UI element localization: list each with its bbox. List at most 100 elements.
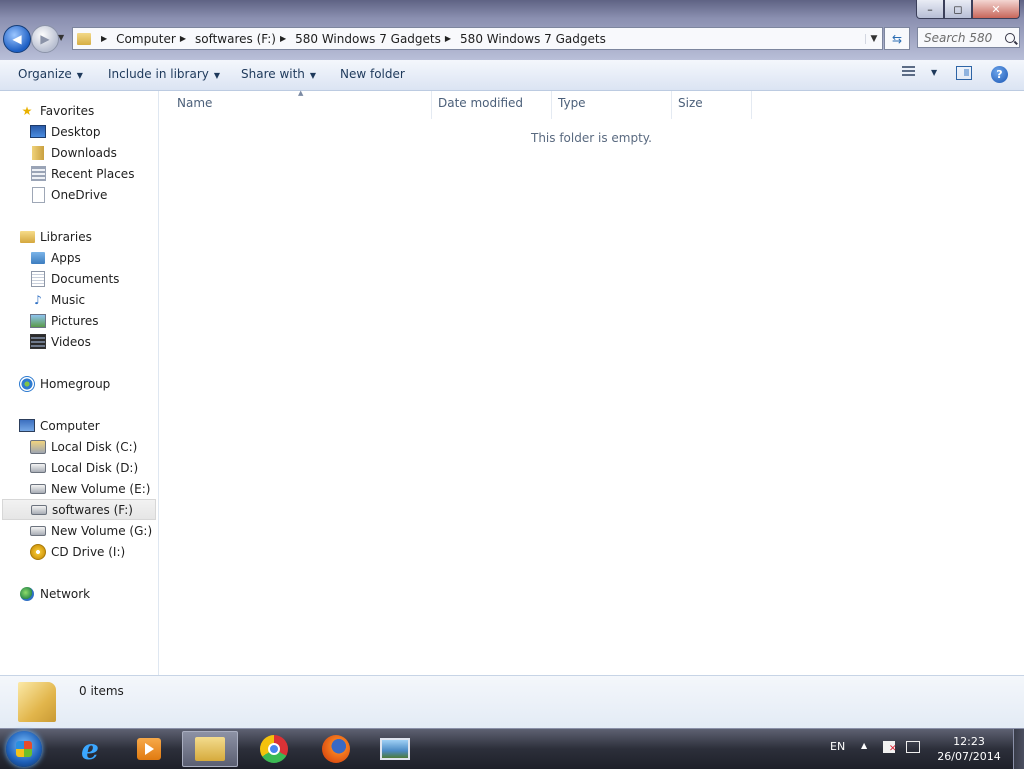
close-button[interactable]: ✕	[972, 0, 1020, 19]
nav-item-local-disk-d[interactable]: Local Disk (D:)	[0, 457, 156, 478]
organize-button[interactable]: Organize ▼	[18, 67, 83, 81]
nav-item-new-volume-g[interactable]: New Volume (G:)	[0, 520, 156, 541]
action-center-icon[interactable]	[883, 741, 897, 754]
maximize-button[interactable]: ◻	[944, 0, 972, 19]
nav-libraries[interactable]: Libraries	[0, 226, 156, 247]
column-divider[interactable]	[431, 91, 432, 119]
breadcrumb-folder[interactable]: 580 Windows 7 Gadgets	[295, 32, 441, 46]
item-count: 0 items	[79, 684, 124, 698]
refresh-icon: ⇆	[891, 31, 903, 46]
nav-item-onedrive[interactable]: OneDrive	[0, 184, 156, 205]
details-pane: 0 items	[0, 675, 1024, 729]
caption-buttons: – ◻ ✕	[916, 0, 1020, 19]
apps-library-icon	[31, 251, 45, 264]
address-history-dropdown[interactable]: ▼	[865, 33, 882, 44]
nav-favorites[interactable]: ★ Favorites	[0, 100, 156, 121]
nav-item-music[interactable]: ♪ Music	[0, 289, 156, 310]
nav-item-desktop[interactable]: Desktop	[0, 121, 156, 142]
nav-homegroup[interactable]: Homegroup	[0, 373, 156, 394]
recent-pages-button[interactable]: ▼	[58, 33, 64, 42]
chevron-right-icon[interactable]: ▶	[445, 34, 451, 43]
network-status-icon[interactable]	[906, 741, 920, 753]
help-button[interactable]: ?	[991, 66, 1008, 83]
nav-item-pictures[interactable]: Pictures	[0, 310, 156, 331]
column-header-size[interactable]: Size	[678, 96, 703, 110]
taskbar-photo-viewer[interactable]	[367, 731, 423, 767]
chevron-down-icon: ▼	[213, 71, 221, 80]
nav-item-videos[interactable]: Videos	[0, 331, 156, 352]
breadcrumb-computer[interactable]: Computer	[116, 32, 176, 46]
include-in-library-button[interactable]: Include in library ▼	[108, 67, 220, 81]
nav-network[interactable]: Network	[0, 583, 156, 604]
nav-item-label: New Volume (G:)	[51, 523, 153, 538]
command-bar: Organize ▼ Include in library ▼ Share with…	[0, 60, 1024, 91]
clock[interactable]: 12:23 26/07/2014	[932, 734, 1006, 764]
nav-item-label: OneDrive	[51, 187, 108, 202]
arrow-left-icon: ◀	[12, 32, 22, 46]
chevron-right-icon[interactable]: ▶	[101, 34, 107, 43]
nav-item-label: Videos	[51, 334, 91, 349]
column-header-type[interactable]: Type	[558, 96, 586, 110]
file-list[interactable]: ▲ Name Date modified Type Size This fold…	[159, 89, 1024, 675]
nav-item-label: Music	[51, 292, 86, 307]
column-header-date-modified[interactable]: Date modified	[438, 96, 523, 110]
empty-folder-message: This folder is empty.	[531, 131, 652, 145]
folder-icon	[77, 32, 91, 45]
search-box[interactable]	[917, 27, 1020, 48]
minimize-button[interactable]: –	[916, 0, 944, 19]
share-with-button[interactable]: Share with ▼	[241, 67, 316, 81]
computer-icon	[19, 419, 35, 432]
search-icon[interactable]	[1005, 32, 1015, 43]
breadcrumb-drive[interactable]: softwares (F:)	[195, 32, 276, 46]
help-icon: ?	[996, 68, 1003, 81]
breadcrumb-subfolder[interactable]: 580 Windows 7 Gadgets	[460, 32, 606, 46]
network-icon	[20, 586, 34, 601]
clock-date: 26/07/2014	[937, 750, 1001, 763]
chevron-right-icon[interactable]: ▶	[180, 34, 186, 43]
nav-item-label: CD Drive (I:)	[51, 544, 126, 559]
share-with-label: Share with	[241, 67, 305, 81]
nav-item-label: Pictures	[51, 313, 99, 328]
taskbar-chrome[interactable]	[246, 731, 302, 767]
nav-item-recent-places[interactable]: Recent Places	[0, 163, 156, 184]
organize-label: Organize	[18, 67, 72, 81]
show-hidden-icons-button[interactable]: ▲	[861, 741, 867, 750]
column-header-name[interactable]: Name	[177, 96, 212, 110]
media-player-icon	[137, 738, 161, 760]
taskbar-firefox[interactable]	[308, 731, 364, 767]
address-bar[interactable]: ▶ Computer ▶ softwares (F:) ▶ 580 Window…	[72, 27, 883, 50]
include-in-library-label: Include in library	[108, 67, 209, 81]
start-button[interactable]	[6, 731, 42, 767]
column-divider[interactable]	[671, 91, 672, 119]
nav-libraries-label: Libraries	[40, 229, 92, 244]
nav-item-documents[interactable]: Documents	[0, 268, 156, 289]
refresh-button[interactable]: ⇆	[884, 27, 910, 50]
nav-item-new-volume-e[interactable]: New Volume (E:)	[0, 478, 156, 499]
photo-viewer-icon	[380, 738, 410, 760]
taskbar-windows-explorer[interactable]	[182, 731, 238, 767]
preview-pane-button[interactable]	[956, 66, 972, 80]
nav-item-apps[interactable]: Apps	[0, 247, 156, 268]
taskbar-media-player[interactable]	[121, 731, 177, 767]
nav-item-cd-drive-i[interactable]: CD Drive (I:)	[0, 541, 156, 562]
forward-button[interactable]: ▶	[31, 25, 59, 53]
nav-computer[interactable]: Computer	[0, 415, 156, 436]
nav-item-softwares-f[interactable]: softwares (F:)	[2, 499, 156, 520]
nav-item-label: New Volume (E:)	[51, 481, 151, 496]
change-view-button[interactable]: ▼	[902, 66, 937, 78]
clock-time: 12:23	[953, 735, 985, 748]
column-divider[interactable]	[751, 91, 752, 119]
show-desktop-button[interactable]	[1013, 729, 1024, 769]
nav-item-downloads[interactable]: Downloads	[0, 142, 156, 163]
taskbar-internet-explorer[interactable]: e	[62, 731, 118, 767]
chevron-right-icon[interactable]: ▶	[280, 34, 286, 43]
pictures-icon	[30, 313, 46, 328]
column-divider[interactable]	[551, 91, 552, 119]
search-input[interactable]	[924, 30, 994, 45]
language-indicator[interactable]: EN	[830, 740, 845, 753]
hard-drive-icon	[30, 483, 46, 494]
downloads-folder-icon	[32, 145, 44, 160]
back-button[interactable]: ◀	[3, 25, 31, 53]
new-folder-button[interactable]: New folder	[340, 67, 405, 81]
nav-item-local-disk-c[interactable]: Local Disk (C:)	[0, 436, 156, 457]
